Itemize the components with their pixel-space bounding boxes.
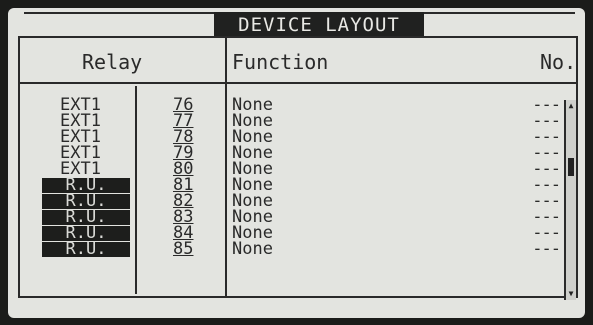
scroll-up-icon[interactable]: ▲ xyxy=(566,102,576,110)
lcd-screen: DEVICE LAYOUT Relay Function No. EXT1 76… xyxy=(8,8,585,318)
function-header: Function xyxy=(232,50,329,74)
no-cell[interactable]: --- xyxy=(532,241,561,258)
scrollbar-thumb[interactable] xyxy=(568,158,574,176)
header-divider xyxy=(20,82,576,84)
scroll-down-icon[interactable]: ▼ xyxy=(566,290,576,298)
function-cell[interactable]: None xyxy=(232,241,273,258)
relay-cell-selected[interactable]: R.U. xyxy=(42,241,130,258)
page-title: DEVICE LAYOUT xyxy=(214,12,424,38)
device-layout-table: Relay Function No. EXT1 76 None --- EXT1… xyxy=(18,36,578,300)
relay-divider xyxy=(135,86,137,294)
title-bar: DEVICE LAYOUT xyxy=(24,12,575,38)
no-header: No. xyxy=(540,50,577,74)
relay-number: 85 xyxy=(173,239,194,259)
scrollbar[interactable]: ▲ ▼ xyxy=(564,100,576,300)
column-divider xyxy=(225,38,227,296)
relay-header: Relay xyxy=(82,50,143,74)
